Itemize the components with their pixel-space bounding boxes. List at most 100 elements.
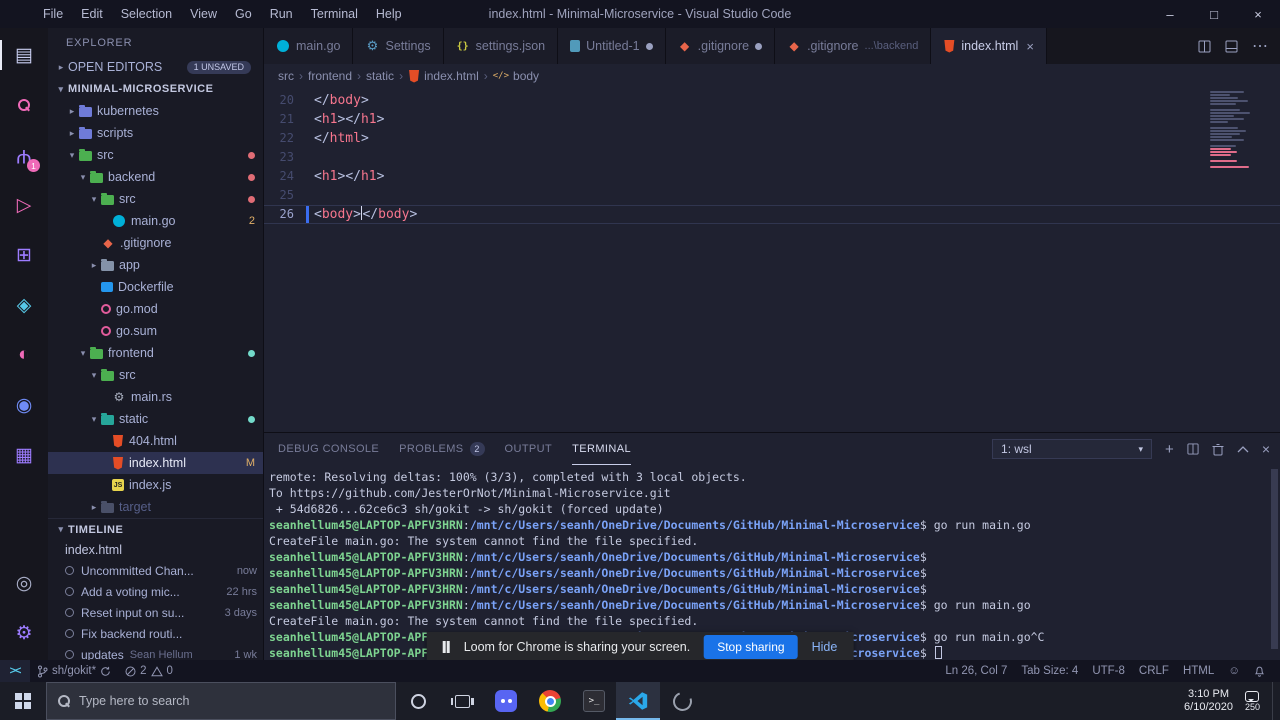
kubernetes-icon[interactable]: ▦ xyxy=(0,430,48,480)
split-terminal-icon[interactable] xyxy=(1187,443,1199,455)
tab-gitignore-backend[interactable]: ◆ .gitignore ...\backend xyxy=(775,28,932,64)
folder-static[interactable]: ▾ static xyxy=(48,408,263,430)
tab-main-go[interactable]: main.go xyxy=(264,28,354,64)
close-button[interactable]: × xyxy=(1236,0,1280,28)
folder-src[interactable]: ▾ src xyxy=(48,364,263,386)
timeline-item[interactable]: Reset input on su... 3 days xyxy=(48,602,263,623)
close-tab-icon[interactable]: × xyxy=(1026,39,1034,54)
new-terminal-icon[interactable]: + xyxy=(1165,441,1174,458)
notifications-bell-icon[interactable] xyxy=(1247,660,1272,682)
minimap[interactable] xyxy=(1206,90,1266,168)
folder-backend[interactable]: ▾ backend xyxy=(48,166,263,188)
feedback-smiley-icon[interactable]: ☺ xyxy=(1221,660,1247,682)
code-line-22[interactable]: 22 </html> xyxy=(264,129,1280,148)
menu-help[interactable]: Help xyxy=(367,0,411,28)
file-404-html[interactable]: 404.html xyxy=(48,430,263,452)
file-dockerfile[interactable]: Dockerfile xyxy=(48,276,263,298)
menu-view[interactable]: View xyxy=(181,0,226,28)
close-panel-icon[interactable]: × xyxy=(1262,441,1270,457)
tab-settings[interactable]: ⚙ Settings xyxy=(353,28,444,64)
taskbar-discord-icon[interactable] xyxy=(484,682,528,720)
panel-tab-problems[interactable]: PROBLEMS 2 xyxy=(399,433,485,465)
terminal-scrollbar[interactable] xyxy=(1271,469,1278,649)
source-control-icon[interactable]: Ψ1 xyxy=(0,130,48,180)
test-icon[interactable]: ◐ xyxy=(0,330,48,380)
run-debug-icon[interactable]: ▷ xyxy=(0,180,48,230)
tab-untitled-1[interactable]: Untitled-1 xyxy=(558,28,666,64)
maximize-button[interactable]: □ xyxy=(1192,0,1236,28)
timeline-header[interactable]: ▾ TIMELINE xyxy=(48,518,263,540)
taskbar-cortana-icon[interactable] xyxy=(396,682,440,720)
show-desktop-button[interactable] xyxy=(1272,682,1278,720)
folder-app[interactable]: ▸ app xyxy=(48,254,263,276)
file-index-html[interactable]: index.html M xyxy=(48,452,263,474)
menu-run[interactable]: Run xyxy=(261,0,302,28)
timeline-item[interactable]: Uncommitted Chan... now xyxy=(48,560,263,581)
maximize-panel-icon[interactable] xyxy=(1237,445,1249,453)
status-encoding[interactable]: UTF-8 xyxy=(1085,660,1132,682)
code-line-26[interactable]: 26 <body> </body> xyxy=(264,205,1280,224)
menu-go[interactable]: Go xyxy=(226,0,261,28)
panel-tab-terminal[interactable]: TERMINAL xyxy=(572,433,631,465)
status-tab-size[interactable]: Tab Size: 4 xyxy=(1014,660,1085,682)
kill-terminal-icon[interactable] xyxy=(1212,443,1224,456)
panel-tab-debug-console[interactable]: DEBUG CONSOLE xyxy=(278,433,379,465)
workspace-root-header[interactable]: ▾ MINIMAL-MICROSERVICE xyxy=(48,78,263,100)
folder-frontend[interactable]: ▾ frontend xyxy=(48,342,263,364)
status-cursor-position[interactable]: Ln 26, Col 7 xyxy=(938,660,1014,682)
minimize-button[interactable]: – xyxy=(1148,0,1192,28)
breadcrumb-body[interactable]: </> body xyxy=(493,69,539,83)
breadcrumb-src[interactable]: src xyxy=(278,69,294,83)
terminal-output[interactable]: remote: Resolving deltas: 100% (3/3), co… xyxy=(264,465,1280,660)
file-index-js[interactable]: JS index.js xyxy=(48,474,263,496)
customize-layout-icon[interactable] xyxy=(1225,40,1238,53)
terminal-shell-select[interactable]: 1: wsl ▾ xyxy=(992,439,1153,459)
code-line-25[interactable]: 25 xyxy=(264,186,1280,205)
code-line-21[interactable]: 21 <h1></h1> xyxy=(264,110,1280,129)
code-line-20[interactable]: 20 </body> xyxy=(264,91,1280,110)
menu-terminal[interactable]: Terminal xyxy=(302,0,367,28)
taskbar-loading-icon[interactable] xyxy=(660,682,704,720)
timeline-item[interactable]: Add a voting mic... 22 hrs xyxy=(48,581,263,602)
status-eol[interactable]: CRLF xyxy=(1132,660,1176,682)
more-actions-icon[interactable]: ⋯ xyxy=(1252,36,1268,56)
search-icon[interactable] xyxy=(0,80,48,130)
problems-status[interactable]: 2 0 xyxy=(118,660,180,682)
remote-indicator[interactable]: >< xyxy=(0,660,30,682)
timeline-item[interactable]: Fix backend routi... xyxy=(48,623,263,644)
code-line-24[interactable]: 24 <h1></h1> xyxy=(264,167,1280,186)
hide-button[interactable]: Hide xyxy=(812,640,838,654)
menu-selection[interactable]: Selection xyxy=(112,0,181,28)
code-editor[interactable]: 20 </body> 21 <h1></h1> 22 </html> 23 24 <h1></h… xyxy=(264,88,1280,432)
taskbar-vscode-icon[interactable] xyxy=(616,682,660,720)
tab-gitignore[interactable]: ◆ .gitignore xyxy=(665,28,776,64)
file-go-sum[interactable]: go.sum xyxy=(48,320,263,342)
taskbar-clock[interactable]: 3:10 PM 6/10/2020 xyxy=(1184,688,1233,714)
breadcrumb-index-html[interactable]: index.html xyxy=(408,69,479,83)
panel-tab-output[interactable]: OUTPUT xyxy=(505,433,553,465)
status-language[interactable]: HTML xyxy=(1176,660,1221,682)
file-main-go[interactable]: main.go 2 xyxy=(48,210,263,232)
timeline-item[interactable]: updates Sean Hellum 1 wk xyxy=(48,644,263,660)
split-editor-icon[interactable] xyxy=(1198,40,1211,53)
folder-src[interactable]: ▾ src xyxy=(48,188,263,210)
accounts-icon[interactable]: ◎ xyxy=(0,558,48,608)
breadcrumb-frontend[interactable]: frontend xyxy=(308,69,352,83)
code-line-23[interactable]: 23 xyxy=(264,148,1280,167)
folder-target[interactable]: ▸ target xyxy=(48,496,263,518)
stop-sharing-button[interactable]: Stop sharing xyxy=(704,635,798,659)
open-editors-header[interactable]: ▸ OPEN EDITORS 1 UNSAVED xyxy=(48,56,263,78)
folder-kubernetes[interactable]: ▸ kubernetes xyxy=(48,100,263,122)
file-gitignore[interactable]: ◆ .gitignore xyxy=(48,232,263,254)
extensions-icon[interactable]: ⊞ xyxy=(0,230,48,280)
file-main-rs[interactable]: ⚙ main.rs xyxy=(48,386,263,408)
start-button[interactable] xyxy=(0,682,46,720)
tab-index-html[interactable]: index.html × xyxy=(931,28,1047,64)
docker-icon[interactable]: ◉ xyxy=(0,380,48,430)
breadcrumb-static[interactable]: static xyxy=(366,69,394,83)
settings-icon[interactable]: ⚙ xyxy=(0,608,48,658)
remote-explorer-icon[interactable]: ◈ xyxy=(0,280,48,330)
folder-src[interactable]: ▾ src xyxy=(48,144,263,166)
menu-file[interactable]: File xyxy=(34,0,72,28)
taskbar-chrome-icon[interactable] xyxy=(528,682,572,720)
